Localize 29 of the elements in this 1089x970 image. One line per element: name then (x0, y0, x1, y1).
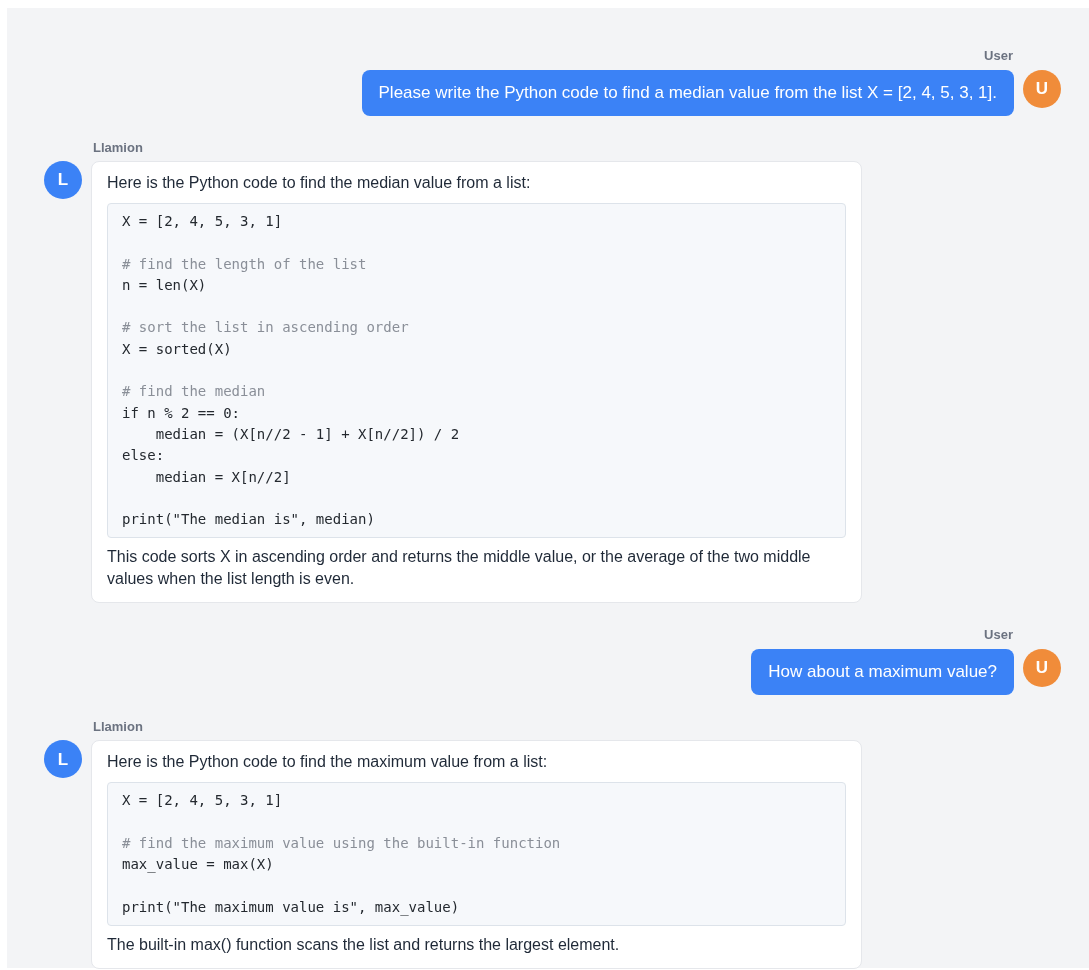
author-label: User (984, 47, 1013, 65)
message-text: Here is the Python code to find the maximum value from a list: (107, 752, 549, 773)
author-label: Llamion (93, 717, 143, 736)
code-comment: # find the maximum value using the built-in function (122, 834, 561, 854)
code-line: median = (X[n//2 - 1] + X[n//2]) / 2 (154, 424, 460, 444)
message-text: Here is the Python code to find the median value from a list: (107, 173, 532, 193)
code-line: n = len(X) (122, 275, 207, 295)
message-bubble: How about a maximum value? (751, 648, 1014, 695)
code-line: max_value = max(X) (122, 855, 274, 875)
code-line: print("The maximum value is", max_value) (122, 897, 460, 918)
code-line: X = sorted(X) (122, 339, 232, 359)
code-line: median = X[n//2] (154, 467, 291, 487)
assistant-avatar: L (44, 161, 82, 199)
code-line: X = [2, 4, 5, 3, 1] (122, 791, 283, 811)
message-text: This code sorts X in ascending order and returns the middle value, or the average of the two middle values when the list length is even. (107, 547, 812, 590)
code-line: print("The median is", median) (122, 510, 375, 530)
message-text: The built-in max() function scans the list and returns the largest element. (107, 935, 621, 956)
author-label: User (984, 626, 1013, 645)
code-comment: # sort the list in ascending order (122, 318, 409, 338)
user-avatar: U (1023, 648, 1061, 687)
author-label: Llamion (93, 138, 143, 157)
assistant-avatar: L (44, 740, 82, 779)
code-line: else: (122, 446, 165, 466)
code-comment: # find the length of the list (122, 254, 367, 274)
message-bubble: Please write the Python code to find a median value from the list X = [2, 4, 5, 3, 1]. (361, 69, 1014, 116)
code-comment: # find the median (122, 382, 266, 402)
code-line: X = [2, 4, 5, 3, 1] (122, 212, 283, 231)
code-line: if n % 2 == 0: (122, 403, 240, 423)
user-avatar: U (1023, 69, 1061, 108)
